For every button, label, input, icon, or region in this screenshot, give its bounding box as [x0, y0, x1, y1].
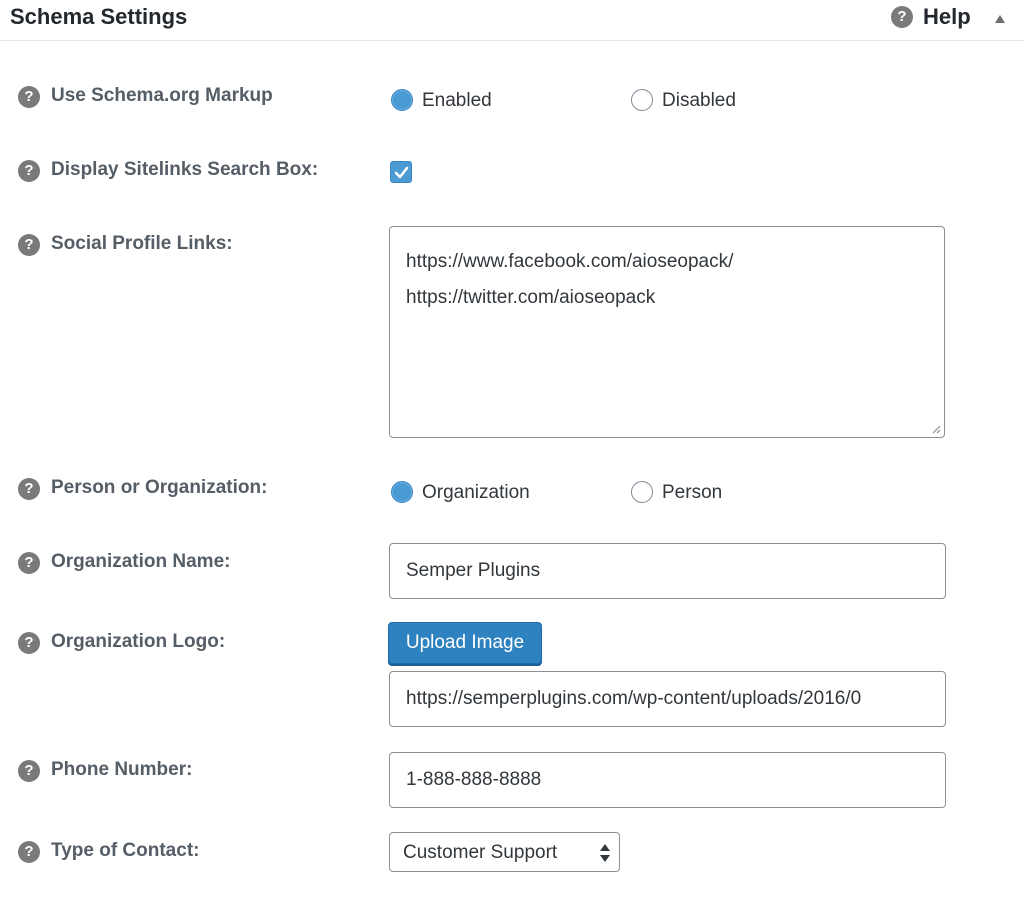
up-down-arrows-icon — [600, 844, 610, 862]
contact-type-select[interactable]: Customer Support — [389, 832, 620, 872]
help-question-icon[interactable]: ? — [18, 234, 40, 256]
label-text: Phone Number: — [51, 759, 193, 780]
radio-selected-icon[interactable] — [391, 481, 413, 503]
input-value: Semper Plugins — [406, 560, 541, 581]
radio-selected-icon[interactable] — [391, 89, 413, 111]
radio-unselected-icon[interactable] — [631, 481, 653, 503]
help-question-icon[interactable]: ? — [18, 760, 40, 782]
upload-image-button[interactable]: Upload Image — [388, 622, 542, 664]
org-name-input[interactable]: Semper Plugins — [389, 543, 946, 599]
sitelinks-search-checkbox[interactable] — [390, 161, 412, 183]
help-question-icon[interactable]: ? — [891, 6, 913, 28]
checkmark-icon — [394, 166, 409, 179]
label-text: Use Schema.org Markup — [51, 85, 273, 106]
textarea-line: https://twitter.com/aioseopack — [406, 287, 656, 308]
help-question-icon[interactable]: ? — [18, 632, 40, 654]
input-value: https://semperplugins.com/wp-content/upl… — [406, 688, 862, 709]
label-text: Organization Logo: — [51, 631, 226, 652]
social-profiles-textarea[interactable]: https://www.facebook.com/aioseopack/ htt… — [389, 226, 945, 438]
radio-label: Disabled — [662, 90, 736, 111]
label-text: Person or Organization: — [51, 477, 268, 498]
phone-number-input[interactable]: 1-888-888-8888 — [389, 752, 946, 808]
label-text: Social Profile Links: — [51, 233, 233, 254]
collapse-triangle-icon[interactable] — [995, 15, 1005, 23]
help-question-icon[interactable]: ? — [18, 552, 40, 574]
label-text: Type of Contact: — [51, 840, 200, 861]
panel-header: Schema Settings ? Help — [0, 0, 1024, 41]
org-logo-url-input[interactable]: https://semperplugins.com/wp-content/upl… — [389, 671, 946, 727]
radio-label: Enabled — [422, 90, 492, 111]
help-question-icon[interactable]: ? — [18, 160, 40, 182]
help-link[interactable]: Help — [923, 4, 971, 30]
label-text: Organization Name: — [51, 551, 231, 572]
radio-unselected-icon[interactable] — [631, 89, 653, 111]
label-text: Display Sitelinks Search Box: — [51, 159, 319, 180]
textarea-line: https://www.facebook.com/aioseopack/ — [406, 251, 734, 272]
resize-grip-icon[interactable] — [931, 424, 941, 434]
help-question-icon[interactable]: ? — [18, 86, 40, 108]
select-value: Customer Support — [403, 842, 558, 863]
radio-label: Organization — [422, 482, 530, 503]
panel-title: Schema Settings — [10, 4, 188, 29]
help-question-icon[interactable]: ? — [18, 841, 40, 863]
input-value: 1-888-888-8888 — [406, 769, 542, 790]
help-question-icon[interactable]: ? — [18, 478, 40, 500]
radio-label: Person — [662, 482, 723, 503]
